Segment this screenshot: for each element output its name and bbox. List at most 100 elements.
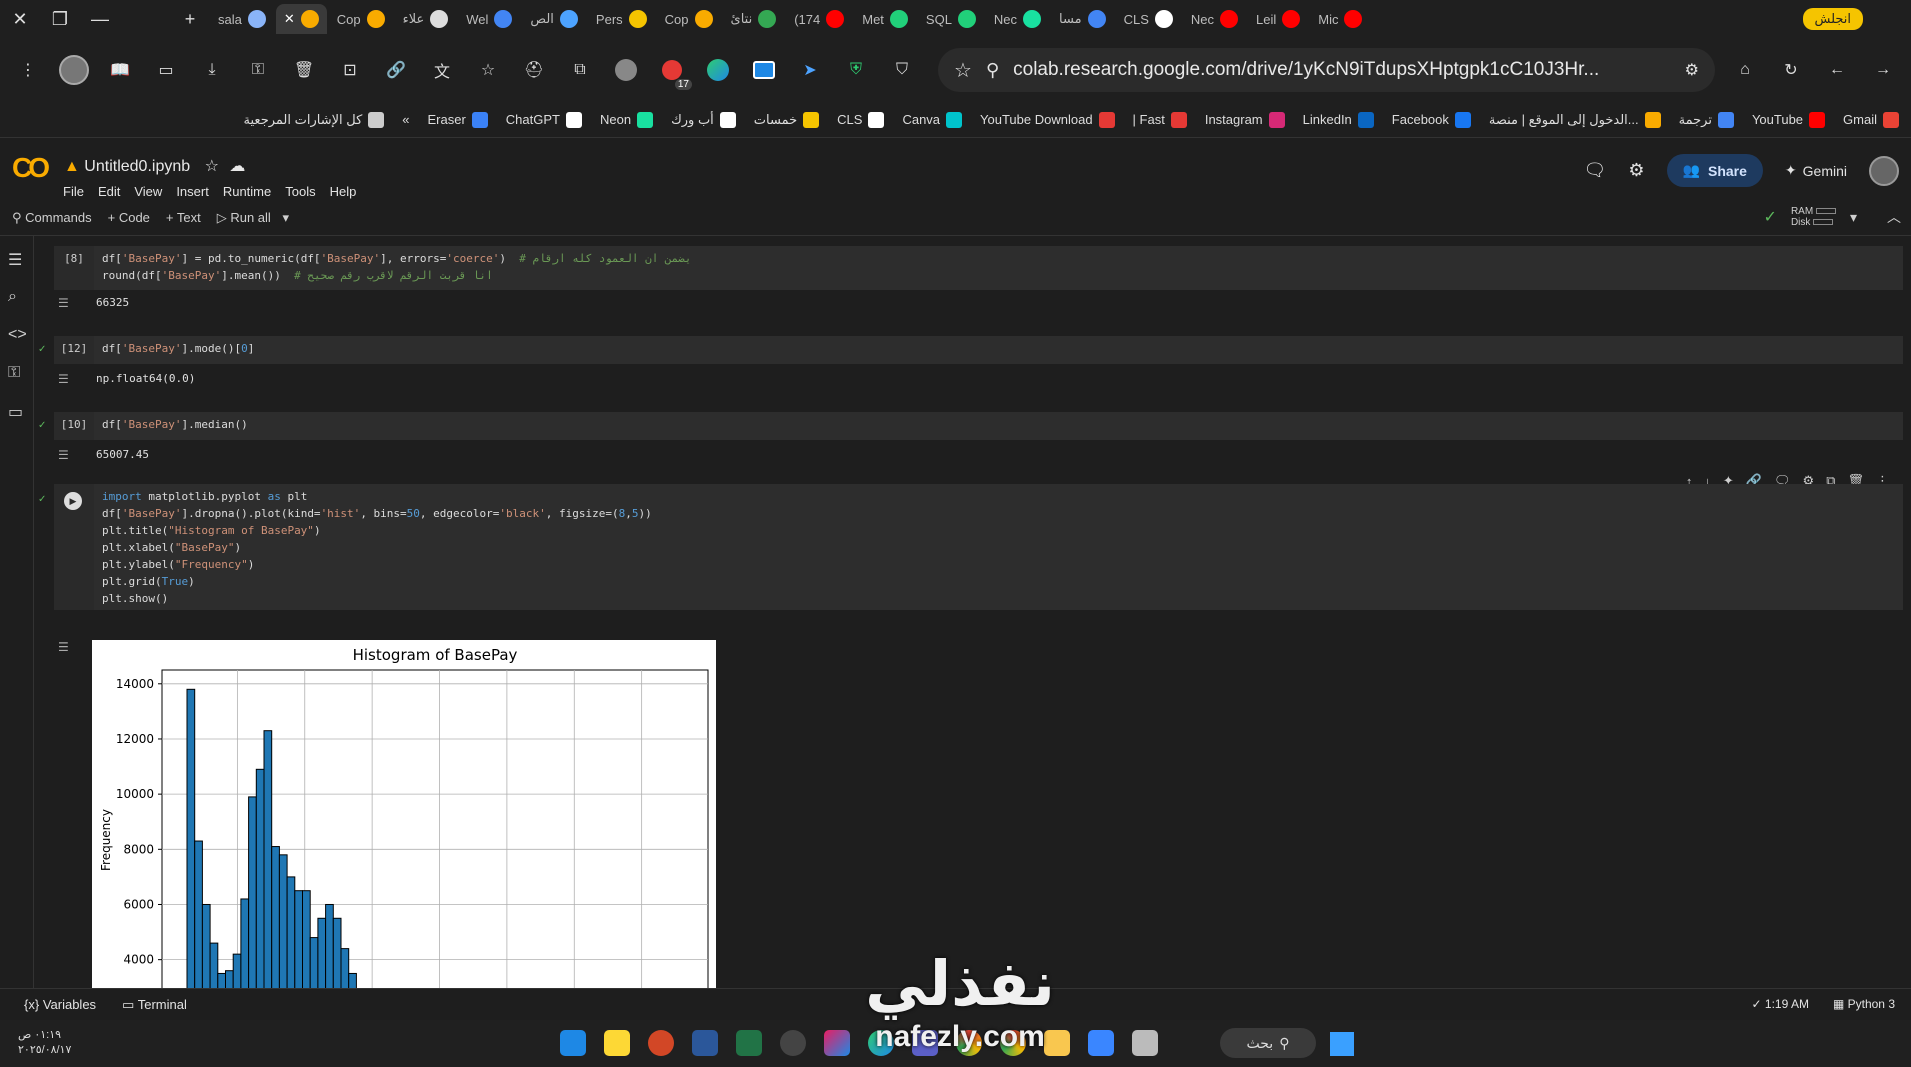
browser-tab[interactable]: Nec: [1183, 4, 1246, 34]
bookmark-item[interactable]: | Fast: [1133, 111, 1187, 128]
collapse-up-icon[interactable]: ︿: [1887, 207, 1901, 227]
player-app-icon[interactable]: [604, 1030, 630, 1056]
bookmarks-overflow-icon[interactable]: «: [402, 112, 409, 127]
chatgpt-app-icon[interactable]: [780, 1030, 806, 1056]
bookmark-item[interactable]: CLS: [837, 111, 885, 128]
bookmark-item[interactable]: أب ورك: [671, 111, 736, 128]
bookmark-item[interactable]: خمسات: [754, 111, 820, 128]
browser-tab[interactable]: Cop: [657, 4, 721, 34]
bookmark-item[interactable]: Canva: [902, 111, 963, 128]
cursor-ext-icon[interactable]: ➤: [794, 54, 826, 86]
browser-tab[interactable]: Cop: [329, 4, 393, 34]
code-cell[interactable]: ▶ import matplotlib.pyplot as plt df['Ba…: [54, 484, 1903, 610]
teams-app-icon[interactable]: [912, 1030, 938, 1056]
bookmark-item[interactable]: الدخول إلى الموقع | منصة...: [1489, 111, 1661, 128]
restore-window-icon[interactable]: ❐: [40, 0, 80, 38]
reading-mode-icon[interactable]: 📖: [104, 54, 136, 86]
menu-help[interactable]: Help: [330, 184, 357, 199]
table-of-contents-icon[interactable]: ☰: [8, 250, 26, 269]
powerpoint-app-icon[interactable]: [648, 1030, 674, 1056]
back-icon[interactable]: ←: [1821, 54, 1853, 86]
browser-tab[interactable]: Nec: [986, 4, 1049, 34]
window-ext-icon[interactable]: [748, 54, 780, 86]
word-app-icon[interactable]: [692, 1030, 718, 1056]
puzzle-extensions-icon[interactable]: ⧉: [564, 54, 596, 86]
bookmark-item[interactable]: Gmail: [1843, 111, 1899, 128]
star-bookmark-icon[interactable]: ☆: [954, 58, 972, 83]
cast-icon[interactable]: ▭: [150, 54, 182, 86]
close-tab-icon[interactable]: ✕: [284, 11, 295, 27]
last-run-time[interactable]: ✓ 1:19 AM: [1752, 997, 1809, 1011]
browser-tab[interactable]: Leil: [1248, 4, 1308, 34]
settings-gear-icon[interactable]: ⚙: [1628, 160, 1644, 181]
output-toggle-icon[interactable]: ☰: [58, 448, 78, 462]
favorites-icon[interactable]: ☆: [472, 54, 504, 86]
browser-tab[interactable]: Wel: [458, 4, 520, 34]
bookmark-item[interactable]: Instagram: [1205, 111, 1285, 128]
forward-icon[interactable]: →: [1867, 54, 1899, 86]
browser-tab[interactable]: الص: [522, 4, 586, 34]
reload-icon[interactable]: ↻: [1775, 54, 1807, 86]
chevron-down-icon[interactable]: ▾: [1850, 209, 1857, 226]
add-code-button[interactable]: + Code: [108, 210, 150, 225]
code-editor[interactable]: df['BasePay'] = pd.to_numeric(df['BasePa…: [94, 246, 1903, 290]
menu-file[interactable]: File: [63, 184, 84, 199]
taskbar-search[interactable]: بحث ⚲: [1220, 1028, 1316, 1058]
browser-tab[interactable]: مسا: [1051, 4, 1114, 34]
run-cell-button[interactable]: ▶: [64, 492, 82, 510]
task-view-icon[interactable]: [1132, 1030, 1158, 1056]
output-toggle-icon[interactable]: ☰: [58, 296, 78, 310]
password-key-icon[interactable]: ⚿: [242, 54, 274, 86]
bookmark-item[interactable]: YouTube Download: [980, 111, 1115, 128]
download-icon[interactable]: ⤓: [196, 54, 228, 86]
home-icon[interactable]: ⌂: [1729, 54, 1761, 86]
star-icon[interactable]: ☆: [205, 158, 219, 175]
translate-icon[interactable]: 文: [426, 54, 458, 86]
trash-icon[interactable]: 🗑: [288, 54, 320, 86]
comment-icon[interactable]: 🗨: [1584, 160, 1607, 181]
file-explorer-app-icon[interactable]: [1044, 1030, 1070, 1056]
bookmark-item[interactable]: LinkedIn: [1303, 111, 1374, 128]
chevron-down-icon[interactable]: ▾: [282, 210, 289, 225]
code-editor[interactable]: df['BasePay'].mode()[0]: [94, 336, 1903, 364]
extension-badge-icon[interactable]: 17: [656, 54, 692, 90]
browser-tab[interactable]: CLS: [1116, 4, 1181, 34]
browser-tab[interactable]: SQL: [918, 4, 984, 34]
run-all-button[interactable]: ▷ Run all ▾: [217, 210, 289, 226]
bookmark-item[interactable]: ChatGPT: [506, 111, 582, 128]
shield-icon[interactable]: ⛉: [886, 54, 918, 86]
paint-app-icon[interactable]: [560, 1030, 586, 1056]
add-text-button[interactable]: + Text: [166, 210, 201, 225]
profile-avatar[interactable]: [58, 54, 90, 86]
store-app-icon[interactable]: [1088, 1030, 1114, 1056]
browser-tab[interactable]: Mic: [1310, 4, 1370, 34]
account-avatar[interactable]: [1869, 155, 1899, 186]
bookmark-item[interactable]: Eraser: [428, 111, 488, 128]
screenshot-icon[interactable]: ⊡: [334, 54, 366, 86]
browser-tab[interactable]: (174: [786, 4, 852, 34]
taskbar-clock[interactable]: ٠١:١٩ ص ٢٠٢٥/٠٨/١٧: [18, 1028, 71, 1058]
edge-icon[interactable]: [702, 54, 734, 86]
variables-button[interactable]: {x} Variables: [24, 997, 96, 1012]
code-snippets-icon[interactable]: <>: [8, 326, 27, 344]
windows-start-icon[interactable]: [1330, 1032, 1354, 1056]
colab-logo[interactable]: CO: [12, 152, 50, 184]
browser-tab[interactable]: ✕: [275, 4, 327, 34]
commands-button[interactable]: ⚲ Commands: [12, 210, 92, 226]
excel-app-icon[interactable]: [736, 1030, 762, 1056]
menu-view[interactable]: View: [134, 184, 162, 199]
bookmark-item[interactable]: كل الإشارات المرجعية: [244, 111, 385, 128]
code-editor[interactable]: import matplotlib.pyplot as plt df['Base…: [94, 484, 1903, 610]
find-icon[interactable]: ⌕: [8, 288, 26, 306]
menu-edit[interactable]: Edit: [98, 184, 120, 199]
minimize-window-icon[interactable]: —: [80, 0, 120, 38]
browser-tab[interactable]: نتائ: [723, 4, 785, 34]
menu-dots-icon[interactable]: ⋮: [12, 54, 44, 86]
profile-chip[interactable]: انجلش: [1802, 8, 1863, 30]
link-icon[interactable]: 🔗: [380, 54, 412, 86]
runtime-type[interactable]: ▦ Python 3: [1833, 997, 1895, 1011]
browser-tab[interactable]: sala: [210, 4, 274, 34]
menu-runtime[interactable]: Runtime: [223, 184, 271, 199]
code-cell[interactable]: [12] df['BasePay'].mode()[0]: [54, 336, 1903, 364]
chrome-app-icon[interactable]: [956, 1030, 982, 1056]
